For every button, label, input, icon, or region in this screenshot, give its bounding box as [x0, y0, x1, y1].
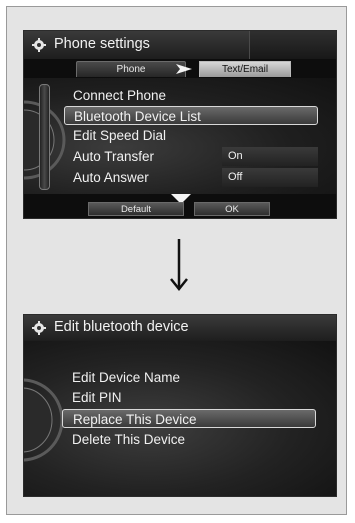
tab-text-email[interactable]: Text/Email: [199, 61, 291, 77]
title-bar-right-panel: [249, 31, 336, 59]
title-bar: Phone settings: [24, 31, 336, 60]
ok-button[interactable]: OK: [194, 202, 270, 216]
page-title: Phone settings: [54, 36, 150, 52]
list-item-label: Edit Device Name: [72, 370, 181, 385]
page-title: Edit bluetooth device: [54, 319, 189, 335]
list-item-label: Auto Answer: [73, 170, 149, 185]
default-button[interactable]: Default: [88, 202, 184, 216]
tab-phone[interactable]: Phone: [76, 61, 186, 77]
list-item-replace-this-device[interactable]: Replace This Device: [62, 409, 316, 428]
gear-icon: [32, 38, 46, 52]
list-item-label: Bluetooth Device List: [74, 109, 201, 124]
footer-bar: Default OK: [24, 194, 336, 218]
list-item-label: Connect Phone: [73, 88, 167, 103]
gear-icon: [32, 321, 46, 335]
list-item-label: Replace This Device: [73, 412, 197, 427]
auto-transfer-value: On: [222, 147, 318, 166]
phone-settings-screen: Phone settings Phone Text/Email Connect …: [23, 30, 337, 219]
list-item-bluetooth-device-list[interactable]: Bluetooth Device List: [64, 106, 318, 125]
edit-bluetooth-device-screen: Edit bluetooth device Edit Device Name E…: [23, 314, 337, 497]
settings-list: Connect Phone Bluetooth Device List Edit…: [24, 78, 336, 194]
list-item-delete-this-device[interactable]: Delete This Device: [62, 430, 316, 449]
list-item-label: Delete This Device: [72, 432, 186, 447]
dial-knob-decoration: [24, 378, 64, 462]
device-options-list: Edit Device Name Edit PIN Replace This D…: [24, 341, 336, 496]
list-item-label: Auto Transfer: [73, 149, 155, 164]
list-item-label: Edit PIN: [72, 390, 122, 405]
down-arrow-icon: [170, 239, 188, 291]
tab-pointer-arrow-icon: [176, 64, 192, 74]
list-item-auto-answer[interactable]: Auto Answer Off: [64, 168, 318, 187]
auto-answer-value: Off: [222, 168, 318, 187]
tab-bar: Phone Text/Email: [24, 59, 336, 78]
list-item-edit-speed-dial[interactable]: Edit Speed Dial: [64, 126, 318, 145]
list-item-connect-phone[interactable]: Connect Phone: [64, 86, 318, 105]
list-item-auto-transfer[interactable]: Auto Transfer On: [64, 147, 318, 166]
list-item-label: Edit Speed Dial: [73, 128, 167, 143]
list-item-edit-pin[interactable]: Edit PIN: [62, 388, 316, 407]
scroll-bar[interactable]: [39, 84, 50, 190]
list-item-edit-device-name[interactable]: Edit Device Name: [62, 368, 316, 387]
title-bar: Edit bluetooth device: [24, 315, 336, 342]
